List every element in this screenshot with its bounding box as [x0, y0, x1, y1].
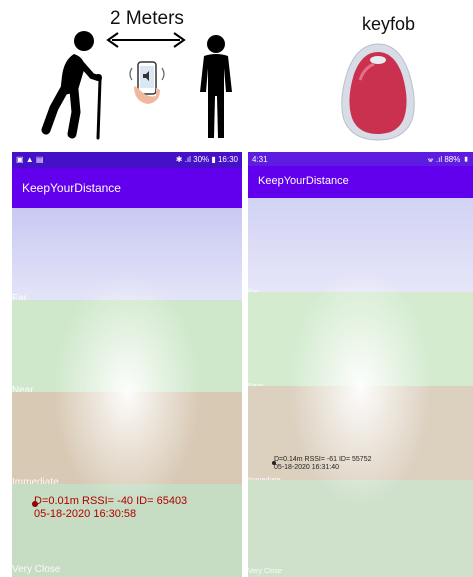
reading-line-2: 05-18-2020 16:30:58: [34, 507, 137, 520]
status-info: ⩖ .ıl 88% ▮: [427, 155, 469, 164]
left-phone-screen: ▣ ▲ ▤ ✱ .ıl 30% ▮ 16:30 KeepYourDistance…: [12, 152, 242, 577]
keyfob-icon: [341, 43, 415, 141]
app-bar: KeepYourDistance: [248, 166, 473, 198]
reading-line-1: D=0.14m RSSI= -61 ID= 55752: [274, 456, 372, 463]
double-arrow-icon: [106, 32, 186, 48]
status-notification-icons: ▣ ▲ ▤: [16, 155, 44, 164]
zone-near: Near: [12, 300, 242, 396]
zone-far: Far: [248, 198, 473, 296]
app-bar: KeepYourDistance: [12, 168, 242, 208]
status-bar: ▣ ▲ ▤ ✱ .ıl 30% ▮ 16:30: [12, 152, 242, 168]
keyfob-label: keyfob: [362, 14, 416, 34]
distance-label: 2 Meters: [110, 8, 184, 29]
zone-very-close-label: Very Close: [248, 568, 282, 575]
distance-reading: D=0.14m RSSI= -61 ID= 55752 05-18-2020 1…: [274, 456, 371, 472]
reading-line-1: D=0.01m RSSI= -40 ID= 65403: [34, 495, 188, 507]
right-phone-screen: 4:31 ⩖ .ıl 88% ▮ KeepYourDistance Far Ne…: [248, 152, 473, 577]
zone-very-close: Very Close: [248, 480, 473, 577]
phone-vibrating-icon: [129, 61, 165, 104]
zone-immediate: Immediate: [12, 392, 242, 488]
zone-far: Far: [12, 208, 242, 304]
distance-reading: D=0.01m RSSI= -40 ID= 65403 05-18-2020 1…: [34, 495, 187, 520]
status-info: ✱ .ıl 30% ▮ 16:30: [175, 155, 238, 164]
app-title: KeepYourDistance: [22, 181, 121, 195]
app-title: KeepYourDistance: [258, 175, 349, 187]
illustration-panel: 2 Meters keyfob: [0, 0, 473, 152]
person-standing-icon: [200, 35, 232, 138]
zone-near: Near: [248, 292, 473, 390]
reading-line-2: 05-18-2020 16:31:40: [274, 464, 339, 472]
status-time: 4:31: [252, 155, 268, 164]
elderly-person-with-cane-icon: [41, 31, 102, 140]
zone-very-close-label: Very Close: [12, 564, 61, 575]
